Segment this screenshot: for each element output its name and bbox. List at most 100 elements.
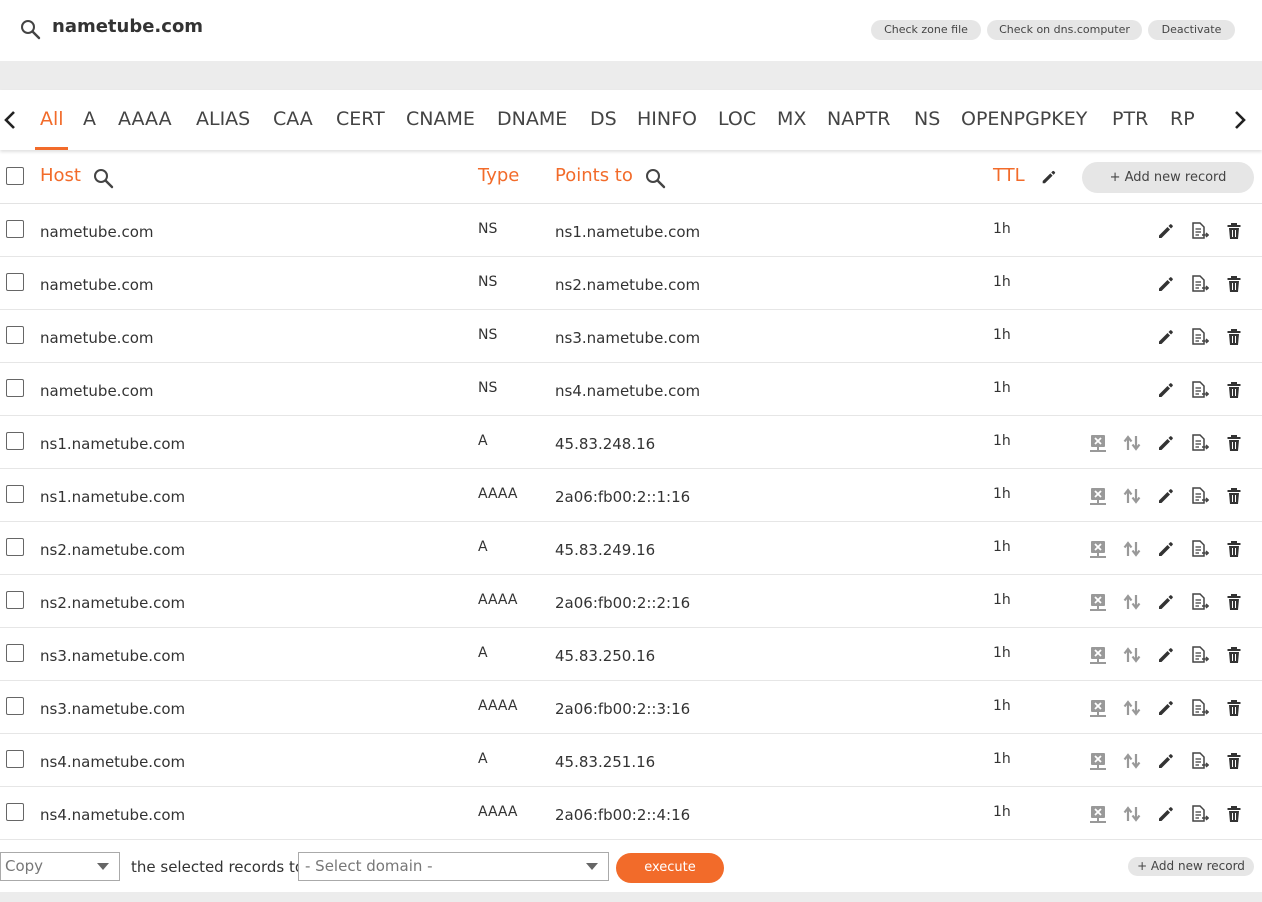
sort-arrows-icon[interactable] bbox=[1122, 486, 1142, 506]
tab-ns[interactable]: NS bbox=[914, 108, 940, 130]
server-disable-icon[interactable] bbox=[1088, 804, 1108, 824]
edit-pencil-icon[interactable] bbox=[1156, 327, 1176, 347]
server-disable-icon[interactable] bbox=[1088, 486, 1108, 506]
clone-record-icon[interactable] bbox=[1189, 804, 1210, 824]
points-to-search-icon[interactable] bbox=[645, 168, 667, 190]
add-new-record-button[interactable]: + Add new record bbox=[1082, 162, 1254, 193]
server-disable-icon[interactable] bbox=[1088, 751, 1108, 771]
server-disable-icon[interactable] bbox=[1088, 592, 1108, 612]
row-checkbox[interactable] bbox=[6, 750, 24, 768]
delete-trash-icon[interactable] bbox=[1224, 645, 1244, 665]
tab-a[interactable]: A bbox=[83, 108, 96, 130]
sort-arrows-icon[interactable] bbox=[1122, 645, 1142, 665]
type-column-header[interactable]: Type bbox=[478, 165, 519, 186]
clone-record-icon[interactable] bbox=[1189, 327, 1210, 347]
chevron-left-icon[interactable] bbox=[0, 106, 22, 134]
clone-record-icon[interactable] bbox=[1189, 486, 1210, 506]
deactivate-button[interactable]: Deactivate bbox=[1148, 20, 1235, 40]
tab-naptr[interactable]: NAPTR bbox=[827, 108, 890, 130]
host-search-icon[interactable] bbox=[93, 168, 115, 190]
delete-trash-icon[interactable] bbox=[1224, 380, 1244, 400]
tab-ptr[interactable]: PTR bbox=[1112, 108, 1148, 130]
tab-alias[interactable]: ALIAS bbox=[196, 108, 250, 130]
edit-pencil-icon[interactable] bbox=[1156, 221, 1176, 241]
edit-pencil-icon[interactable] bbox=[1156, 433, 1176, 453]
delete-trash-icon[interactable] bbox=[1224, 804, 1244, 824]
delete-trash-icon[interactable] bbox=[1224, 433, 1244, 453]
server-disable-icon[interactable] bbox=[1088, 433, 1108, 453]
clone-record-icon[interactable] bbox=[1189, 274, 1210, 294]
edit-pencil-icon[interactable] bbox=[1156, 804, 1176, 824]
edit-pencil-icon[interactable] bbox=[1156, 698, 1176, 718]
execute-button[interactable]: execute bbox=[616, 853, 724, 883]
edit-pencil-icon[interactable] bbox=[1156, 486, 1176, 506]
tab-cert[interactable]: CERT bbox=[336, 108, 385, 130]
check-zone-file-button[interactable]: Check zone file bbox=[871, 20, 981, 40]
delete-trash-icon[interactable] bbox=[1224, 327, 1244, 347]
server-disable-icon[interactable] bbox=[1088, 698, 1108, 718]
sort-arrows-icon[interactable] bbox=[1122, 539, 1142, 559]
host-column-header[interactable]: Host bbox=[40, 165, 81, 186]
row-checkbox[interactable] bbox=[6, 644, 24, 662]
server-disable-icon[interactable] bbox=[1088, 539, 1108, 559]
edit-pencil-icon[interactable] bbox=[1156, 592, 1176, 612]
delete-trash-icon[interactable] bbox=[1224, 698, 1244, 718]
row-checkbox[interactable] bbox=[6, 485, 24, 503]
server-disable-icon[interactable] bbox=[1088, 645, 1108, 665]
edit-pencil-icon[interactable] bbox=[1156, 539, 1176, 559]
tab-cname[interactable]: CNAME bbox=[406, 108, 475, 130]
tab-all[interactable]: All bbox=[40, 108, 64, 130]
ttl-edit-pencil-icon[interactable] bbox=[1040, 168, 1058, 186]
points-to-column-header[interactable]: Points to bbox=[555, 165, 633, 186]
edit-pencil-icon[interactable] bbox=[1156, 274, 1176, 294]
sort-arrows-icon[interactable] bbox=[1122, 751, 1142, 771]
delete-trash-icon[interactable] bbox=[1224, 274, 1244, 294]
ttl-column-header[interactable]: TTL bbox=[993, 165, 1025, 186]
search-icon[interactable] bbox=[20, 19, 42, 41]
row-checkbox[interactable] bbox=[6, 591, 24, 609]
add-new-record-button-bottom[interactable]: + Add new record bbox=[1128, 857, 1254, 876]
edit-pencil-icon[interactable] bbox=[1156, 645, 1176, 665]
clone-record-icon[interactable] bbox=[1189, 221, 1210, 241]
row-checkbox[interactable] bbox=[6, 220, 24, 238]
row-checkbox[interactable] bbox=[6, 379, 24, 397]
sort-arrows-icon[interactable] bbox=[1122, 433, 1142, 453]
clone-record-icon[interactable] bbox=[1189, 592, 1210, 612]
tab-rp[interactable]: RP bbox=[1170, 108, 1195, 130]
tab-dname[interactable]: DNAME bbox=[497, 108, 567, 130]
tab-hinfo[interactable]: HINFO bbox=[637, 108, 697, 130]
row-checkbox[interactable] bbox=[6, 697, 24, 715]
delete-trash-icon[interactable] bbox=[1224, 751, 1244, 771]
row-checkbox[interactable] bbox=[6, 432, 24, 450]
row-checkbox[interactable] bbox=[6, 803, 24, 821]
tab-caa[interactable]: CAA bbox=[273, 108, 313, 130]
chevron-right-icon[interactable] bbox=[1230, 106, 1252, 134]
tab-openpgpkey[interactable]: OPENPGPKEY bbox=[961, 108, 1087, 130]
bulk-action-select[interactable]: Copy bbox=[0, 852, 120, 881]
tab-ds[interactable]: DS bbox=[590, 108, 617, 130]
row-checkbox[interactable] bbox=[6, 538, 24, 556]
delete-trash-icon[interactable] bbox=[1224, 221, 1244, 241]
clone-record-icon[interactable] bbox=[1189, 645, 1210, 665]
delete-trash-icon[interactable] bbox=[1224, 486, 1244, 506]
sort-arrows-icon[interactable] bbox=[1122, 804, 1142, 824]
select-all-checkbox[interactable] bbox=[6, 167, 24, 185]
target-domain-select[interactable]: - Select domain - bbox=[298, 852, 609, 881]
clone-record-icon[interactable] bbox=[1189, 539, 1210, 559]
row-checkbox[interactable] bbox=[6, 273, 24, 291]
tab-aaaa[interactable]: AAAA bbox=[118, 108, 172, 130]
clone-record-icon[interactable] bbox=[1189, 380, 1210, 400]
sort-arrows-icon[interactable] bbox=[1122, 592, 1142, 612]
row-checkbox[interactable] bbox=[6, 326, 24, 344]
tab-mx[interactable]: MX bbox=[777, 108, 806, 130]
clone-record-icon[interactable] bbox=[1189, 433, 1210, 453]
edit-pencil-icon[interactable] bbox=[1156, 751, 1176, 771]
tab-loc[interactable]: LOC bbox=[718, 108, 756, 130]
edit-pencil-icon[interactable] bbox=[1156, 380, 1176, 400]
delete-trash-icon[interactable] bbox=[1224, 539, 1244, 559]
delete-trash-icon[interactable] bbox=[1224, 592, 1244, 612]
clone-record-icon[interactable] bbox=[1189, 751, 1210, 771]
check-dns-computer-button[interactable]: Check on dns.computer bbox=[987, 20, 1142, 40]
clone-record-icon[interactable] bbox=[1189, 698, 1210, 718]
sort-arrows-icon[interactable] bbox=[1122, 698, 1142, 718]
